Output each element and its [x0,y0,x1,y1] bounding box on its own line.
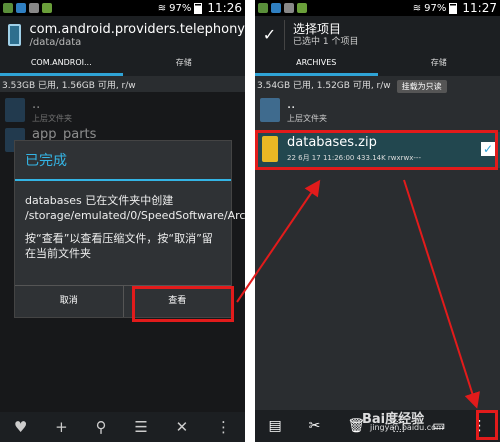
app-path: /data/data [29,36,82,48]
right-phone-screen: ≋ 97% 11:27 ✓ 选择项目 已选中 1 个项目 ARCHIVES 存储… [255,0,500,442]
tab-com-android[interactable]: COM.ANDROI... [0,54,123,76]
selection-subtitle: 已选中 1 个项目 [293,37,359,47]
notification-icon [258,3,268,13]
tab-storage[interactable]: 存储 [378,54,500,76]
add-icon[interactable]: + [55,418,68,436]
battery-icon [194,2,203,14]
copy-icon[interactable]: ▤ [268,418,281,434]
selection-title: 选择项目 [293,22,342,36]
left-phone-screen: ≋ 97% 11:26 com.android.providers.teleph… [0,0,245,442]
highlight-view-button [132,286,234,322]
storage-info: 3.54GB 已用, 1.52GB 可用, r/w 挂载为只读 [255,78,500,94]
wifi-icon: ≋ [412,2,422,14]
selection-bar: ✓ 选择项目 已选中 1 个项目 [255,16,500,54]
clock: 11:26 [207,1,242,15]
notification-icon [271,3,281,13]
dialog-body: databases 已在文件夹中创建 /storage/emulated/0/S… [15,181,245,261]
mount-readonly-button[interactable]: 挂载为只读 [396,79,447,93]
notification-icon [284,3,294,13]
sort-icon[interactable]: ☰ [134,418,147,436]
folder-icon [260,98,280,122]
highlight-more-button [476,410,498,440]
done-check-icon[interactable]: ✓ [255,20,285,50]
bottom-toolbar: ♥ + ⚲ ☰ ✕ ⋮ [0,412,245,442]
close-icon[interactable]: ✕ [176,418,189,436]
battery-percent: 97% [169,2,192,14]
watermark-sub: jingyan.baidu.com [370,423,444,432]
notification-icon [3,3,13,13]
more-icon[interactable]: ⋮ [216,418,231,436]
notification-icon [297,3,307,13]
dialog-title: 已完成 [15,141,231,181]
dialog-hint: 按“查看”以查看压缩文件，按“取消”留在当前文件夹 [25,232,213,260]
app-bar: com.android.providers.telephony /data/da… [0,16,245,54]
wifi-icon: ≋ [157,2,167,14]
tab-bar: ARCHIVES 存储 [255,54,500,76]
battery-percent: 97% [424,2,447,14]
app-icon[interactable] [8,24,22,46]
notification-icon [16,3,26,13]
baidu-watermark: Bai度经验 jingyan.baidu.com [362,408,444,432]
clock: 11:27 [462,1,497,15]
cut-icon[interactable]: ✂ [309,418,321,434]
tab-archives[interactable]: ARCHIVES [255,54,378,76]
cancel-button[interactable]: 取消 [15,286,123,317]
tab-bar: COM.ANDROI... 存储 [0,54,245,76]
list-item-parent-folder[interactable]: .. 上层文件夹 [255,94,500,128]
file-name: .. [287,97,296,112]
notification-icon [42,3,52,13]
notification-icon [29,3,39,13]
storage-text: 3.54GB 已用, 1.52GB 可用, r/w [257,81,391,91]
dialog-message: databases 已在文件夹中创建 /storage/emulated/0/S… [25,194,245,222]
file-sub: 上层文件夹 [287,114,327,123]
search-icon[interactable]: ⚲ [96,418,107,436]
status-bar: ≋ 97% 11:26 [0,0,245,16]
tab-storage[interactable]: 存储 [123,54,246,76]
battery-icon [449,2,458,14]
status-bar: ≋ 97% 11:27 [255,0,500,16]
highlight-zip-row [255,130,498,170]
app-title: com.android.providers.telephony [29,21,245,37]
favorite-icon[interactable]: ♥ [14,418,27,436]
